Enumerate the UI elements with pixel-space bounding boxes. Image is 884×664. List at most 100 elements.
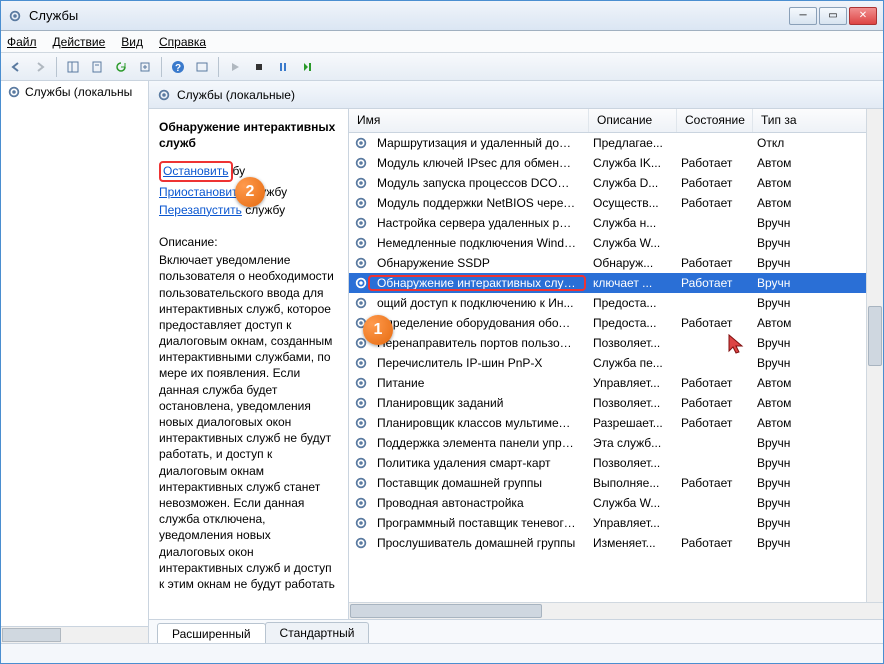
maximize-button[interactable]: ▭ xyxy=(819,7,847,25)
stop-link[interactable]: Остановить xyxy=(163,164,229,178)
service-desc: Служба IK... xyxy=(585,156,673,170)
gear-icon xyxy=(353,375,369,391)
service-name: Обнаружение SSDP xyxy=(369,256,585,270)
pause-link[interactable]: Приостановить xyxy=(159,185,244,199)
restart-service-button[interactable] xyxy=(296,56,318,78)
restart-link[interactable]: Перезапустить xyxy=(159,203,242,217)
gear-icon xyxy=(353,175,369,191)
service-row[interactable]: Маршрутизация и удаленный доступПредлага… xyxy=(349,133,883,153)
service-row[interactable]: Политика удаления смарт-картПозволяет...… xyxy=(349,453,883,473)
services-icon xyxy=(7,8,23,24)
service-name: Проводная автонастройка xyxy=(369,496,585,510)
service-name: Модуль поддержки NetBIOS через T... xyxy=(369,196,585,210)
col-state[interactable]: Состояние xyxy=(677,109,753,132)
service-row[interactable]: Модуль запуска процессов DCOM-с...Служба… xyxy=(349,173,883,193)
service-row[interactable]: Настройка сервера удаленных раб...Служба… xyxy=(349,213,883,233)
service-row[interactable]: Перечислитель IP-шин PnP-XСлужба пе...Вр… xyxy=(349,353,883,373)
tree-root-label: Службы (локальны xyxy=(25,85,132,99)
service-row[interactable]: Модуль ключей IPsec для обмена к...Служб… xyxy=(349,153,883,173)
svg-text:?: ? xyxy=(175,63,181,74)
service-type: Вручн xyxy=(749,256,866,270)
service-row[interactable]: Планировщик заданийПозволяет...РаботаетА… xyxy=(349,393,883,413)
gear-icon xyxy=(353,515,369,531)
service-desc: Предоста... xyxy=(585,316,673,330)
service-state: Работает xyxy=(673,176,749,190)
description-text: Включает уведомление пользователя о необ… xyxy=(159,252,338,592)
service-row[interactable]: Поставщик домашней группыВыполняе...Рабо… xyxy=(349,473,883,493)
service-desc: Изменяет... xyxy=(585,536,673,550)
service-desc: Управляет... xyxy=(585,516,673,530)
gear-icon xyxy=(353,535,369,551)
service-state: Работает xyxy=(673,536,749,550)
col-description[interactable]: Описание xyxy=(589,109,677,132)
service-row[interactable]: Поддержка элемента панели управл...Эта с… xyxy=(349,433,883,453)
service-desc: Служба пе... xyxy=(585,356,673,370)
service-row[interactable]: Прослушиватель домашней группыИзменяет..… xyxy=(349,533,883,553)
service-type: Автом xyxy=(749,416,866,430)
menu-action[interactable]: Действие xyxy=(53,35,106,49)
service-row[interactable]: Обнаружение SSDPОбнаруж...РаботаетВручн xyxy=(349,253,883,273)
gear-icon xyxy=(353,475,369,491)
service-type: Вручн xyxy=(749,436,866,450)
tab-extended[interactable]: Расширенный xyxy=(157,623,266,643)
menu-help[interactable]: Справка xyxy=(159,35,206,49)
service-row[interactable]: Проводная автонастройкаСлужба W...Вручн xyxy=(349,493,883,513)
forward-button[interactable] xyxy=(29,56,51,78)
col-startup-type[interactable]: Тип за xyxy=(753,109,883,132)
service-row[interactable]: ПитаниеУправляет...РаботаетАвтом xyxy=(349,373,883,393)
help-button[interactable]: ? xyxy=(167,56,189,78)
service-row[interactable]: Определение оборудования оболоч...Предос… xyxy=(349,313,883,333)
service-row[interactable]: Перенаправитель портов пользоват...Позво… xyxy=(349,333,883,353)
gear-icon xyxy=(353,255,369,271)
service-type: Вручн xyxy=(749,456,866,470)
service-name: Политика удаления смарт-карт xyxy=(369,456,585,470)
start-service-button[interactable] xyxy=(224,56,246,78)
service-desc: Служба н... xyxy=(585,216,673,230)
service-name: Питание xyxy=(369,376,585,390)
tree-root[interactable]: Службы (локальны xyxy=(1,81,148,103)
statusbar xyxy=(1,643,883,663)
service-desc: Осуществ... xyxy=(585,196,673,210)
list-vscrollbar[interactable] xyxy=(866,109,883,602)
properties-button[interactable] xyxy=(86,56,108,78)
service-row[interactable]: Модуль поддержки NetBIOS через T...Осуще… xyxy=(349,193,883,213)
service-desc: Служба W... xyxy=(585,236,673,250)
service-type: Автом xyxy=(749,316,866,330)
refresh-button[interactable] xyxy=(110,56,132,78)
service-type: Автом xyxy=(749,196,866,210)
service-name: Планировщик заданий xyxy=(369,396,585,410)
service-state: Работает xyxy=(673,276,749,290)
tab-standard[interactable]: Стандартный xyxy=(265,622,370,643)
minimize-button[interactable]: ─ xyxy=(789,7,817,25)
gear-icon xyxy=(353,435,369,451)
service-row[interactable]: Планировщик классов мультимедиаРазрешает… xyxy=(349,413,883,433)
service-row[interactable]: Программный поставщик теневого ...Управл… xyxy=(349,513,883,533)
service-row[interactable]: ощий доступ к подключению к Ин...Предост… xyxy=(349,293,883,313)
console-button[interactable] xyxy=(191,56,213,78)
show-hide-tree-button[interactable] xyxy=(62,56,84,78)
menu-file[interactable]: Файл xyxy=(7,35,37,49)
service-name: Поставщик домашней группы xyxy=(369,476,585,490)
close-button[interactable]: ✕ xyxy=(849,7,877,25)
pause-service-button[interactable] xyxy=(272,56,294,78)
export-button[interactable] xyxy=(134,56,156,78)
menu-view[interactable]: Вид xyxy=(121,35,143,49)
service-desc: Служба W... xyxy=(585,496,673,510)
back-button[interactable] xyxy=(5,56,27,78)
col-name[interactable]: Имя xyxy=(349,109,589,132)
service-row[interactable]: Немедленные подключения Windo...Служба W… xyxy=(349,233,883,253)
stop-service-button[interactable] xyxy=(248,56,270,78)
service-row[interactable]: Обнаружение интерактивных службключает .… xyxy=(349,273,883,293)
service-name: Модуль запуска процессов DCOM-с... xyxy=(369,176,585,190)
service-type: Автом xyxy=(749,396,866,410)
tree-hscrollbar[interactable] xyxy=(1,626,148,643)
service-name: Программный поставщик теневого ... xyxy=(369,516,585,530)
service-name: Обнаружение интерактивных служб xyxy=(369,276,585,290)
service-type: Вручн xyxy=(749,296,866,310)
service-desc: Позволяет... xyxy=(585,396,673,410)
annotation-badge-2: 2 xyxy=(235,177,265,207)
gear-icon xyxy=(353,135,369,151)
list-hscrollbar[interactable] xyxy=(349,602,883,619)
service-state: Работает xyxy=(673,156,749,170)
services-list: Имя Описание Состояние Тип за Маршрутиза… xyxy=(349,109,883,619)
